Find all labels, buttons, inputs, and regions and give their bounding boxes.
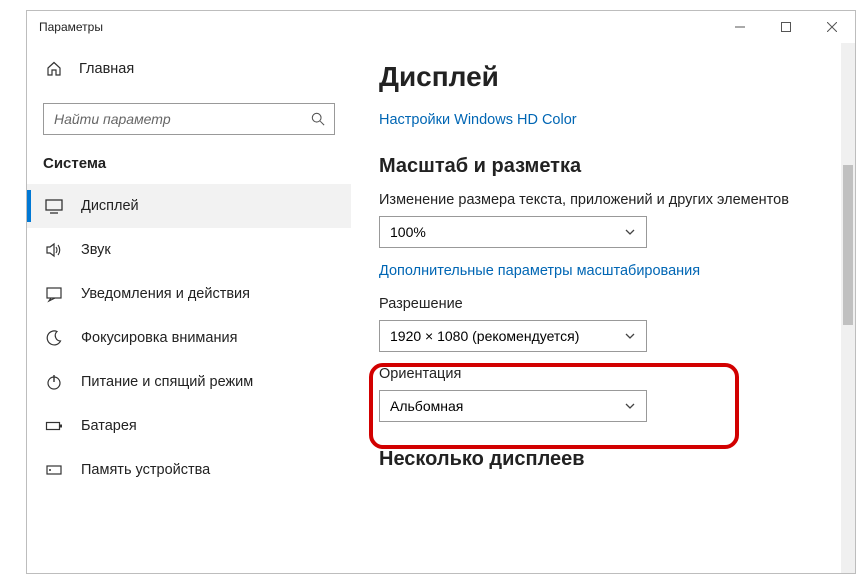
scrollbar[interactable]: [841, 43, 855, 573]
sidebar-nav: Дисплей Звук Уведомления и действия: [27, 184, 351, 573]
multi-display-heading: Несколько дисплеев: [379, 448, 839, 471]
scale-heading: Масштаб и разметка: [379, 155, 839, 178]
sidebar-item-notifications[interactable]: Уведомления и действия: [27, 272, 351, 316]
sidebar-item-storage[interactable]: Память устройства: [27, 448, 351, 492]
sidebar-item-label: Батарея: [81, 418, 137, 434]
window-controls: [717, 11, 855, 43]
sidebar-item-label: Фокусировка внимания: [81, 330, 237, 346]
resolution-label: Разрешение: [379, 296, 839, 312]
chevron-down-icon: [624, 226, 636, 238]
scale-label: Изменение размера текста, приложений и д…: [379, 192, 839, 208]
sidebar-item-label: Уведомления и действия: [81, 286, 250, 302]
close-button[interactable]: [809, 11, 855, 43]
orientation-label: Ориентация: [379, 366, 839, 382]
resolution-value: 1920 × 1080 (рекомендуется): [390, 328, 579, 344]
sidebar: Главная Система Дисплей: [27, 43, 351, 573]
sidebar-item-focus-assist[interactable]: Фокусировка внимания: [27, 316, 351, 360]
page-title: Дисплей: [379, 61, 839, 93]
sidebar-item-label: Звук: [81, 242, 111, 258]
sound-icon: [45, 241, 63, 259]
search-input[interactable]: [43, 103, 335, 135]
scrollbar-thumb[interactable]: [843, 165, 853, 325]
sidebar-item-label: Питание и спящий режим: [81, 374, 253, 390]
sidebar-item-label: Дисплей: [81, 198, 139, 214]
moon-icon: [45, 329, 63, 347]
orientation-dropdown[interactable]: Альбомная: [379, 390, 647, 422]
sidebar-item-label: Память устройства: [81, 462, 210, 478]
search-icon: [311, 112, 325, 126]
sidebar-item-sound[interactable]: Звук: [27, 228, 351, 272]
search-wrap: [43, 103, 335, 135]
orientation-value: Альбомная: [390, 398, 463, 414]
minimize-button[interactable]: [717, 11, 763, 43]
storage-icon: [45, 461, 63, 479]
battery-icon: [45, 417, 63, 435]
scale-dropdown[interactable]: 100%: [379, 216, 647, 248]
advanced-scale-link[interactable]: Дополнительные параметры масштабирования: [379, 263, 700, 279]
home-link[interactable]: Главная: [27, 51, 351, 87]
chevron-down-icon: [624, 400, 636, 412]
settings-window: Параметры Главная: [26, 10, 856, 574]
maximize-button[interactable]: [763, 11, 809, 43]
window-title: Параметры: [39, 20, 103, 34]
chevron-down-icon: [624, 330, 636, 342]
scale-value: 100%: [390, 224, 426, 240]
notification-icon: [45, 285, 63, 303]
resolution-dropdown[interactable]: 1920 × 1080 (рекомендуется): [379, 320, 647, 352]
power-icon: [45, 373, 63, 391]
titlebar: Параметры: [27, 11, 855, 43]
sidebar-item-power[interactable]: Питание и спящий режим: [27, 360, 351, 404]
home-label: Главная: [79, 61, 134, 77]
sidebar-section-label: Система: [27, 155, 351, 184]
home-icon: [45, 60, 63, 78]
hd-color-link[interactable]: Настройки Windows HD Color: [379, 112, 577, 128]
window-body: Главная Система Дисплей: [27, 43, 855, 573]
sidebar-item-display[interactable]: Дисплей: [27, 184, 351, 228]
display-icon: [45, 197, 63, 215]
main-content: Дисплей Настройки Windows HD Color Масшт…: [351, 43, 855, 573]
sidebar-item-battery[interactable]: Батарея: [27, 404, 351, 448]
